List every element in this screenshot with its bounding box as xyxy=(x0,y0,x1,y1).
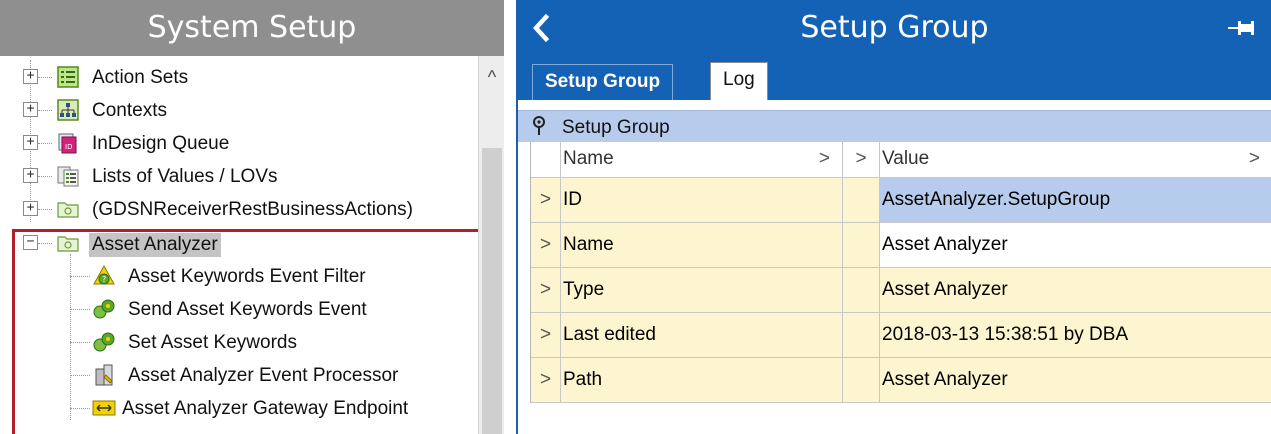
tree-scrollbar[interactable]: ^ xyxy=(478,56,504,434)
pin-icon[interactable] xyxy=(1228,18,1258,38)
lov-icon xyxy=(57,166,79,187)
row-value-cell[interactable]: 2018-03-13 15:38:51 by DBA xyxy=(880,313,1271,357)
tree-item-indesign-queue[interactable]: + ID InDesign Queue xyxy=(0,127,478,159)
table-row-id[interactable]: > ID AssetAnalyzer.SetupGroup xyxy=(531,178,1271,223)
tree-item-label: InDesign Queue xyxy=(92,133,230,154)
group-label: Setup Group xyxy=(562,117,670,138)
tree-item-lists-of-values[interactable]: + Lists of Values / LOVs xyxy=(0,160,478,192)
system-setup-title: System Setup xyxy=(0,0,504,56)
row-name-cell: Last edited xyxy=(561,313,843,357)
group-header-row[interactable]: Setup Group xyxy=(518,110,1271,142)
expand-icon[interactable]: + xyxy=(23,102,38,117)
row-spacer-cell xyxy=(843,313,880,357)
tree-connector-line xyxy=(38,143,52,144)
scroll-up-arrow-icon[interactable]: ^ xyxy=(479,56,505,96)
table-row-last-edited[interactable]: > Last edited 2018-03-13 15:38:51 by DBA xyxy=(531,313,1271,358)
row-name-cell: Path xyxy=(561,358,843,402)
row-expand-icon[interactable]: > xyxy=(531,358,561,402)
row-value-cell[interactable]: Asset Analyzer xyxy=(880,223,1271,267)
row-value-cell[interactable]: AssetAnalyzer.SetupGroup xyxy=(880,178,1271,222)
tree-connector-line xyxy=(38,77,52,78)
tree-connector-line xyxy=(38,209,52,210)
chevron-right-icon[interactable]: > xyxy=(819,142,830,176)
contexts-icon xyxy=(57,99,79,121)
tree-item-contexts[interactable]: + Contexts xyxy=(0,94,478,126)
scroll-thumb[interactable] xyxy=(482,148,502,434)
expand-icon[interactable]: + xyxy=(23,69,38,84)
row-expand-icon[interactable]: > xyxy=(531,313,561,357)
tree-connector-line xyxy=(38,110,52,111)
system-setup-panel: System Setup + Action Sets + Contexts + … xyxy=(0,0,504,434)
header-blank-cell xyxy=(531,142,561,177)
row-name-cell: ID xyxy=(561,178,843,222)
table-row-path[interactable]: > Path Asset Analyzer xyxy=(531,358,1271,403)
expand-icon[interactable]: + xyxy=(23,135,38,150)
setup-group-header: Setup Group xyxy=(518,0,1271,56)
tree-item-label: Contexts xyxy=(92,100,167,121)
chevron-right-icon[interactable]: > xyxy=(1249,142,1260,176)
grid-header-row: Name > > Value > xyxy=(531,142,1271,178)
row-spacer-cell xyxy=(843,358,880,402)
tree-connector-line xyxy=(38,176,52,177)
column-header-value-label: Value xyxy=(882,148,930,169)
tree-item-label: (GDSNReceiverRestBusinessActions) xyxy=(92,199,413,220)
back-chevron-icon[interactable] xyxy=(528,13,554,43)
tree-item-action-sets[interactable]: + Action Sets xyxy=(0,61,478,93)
tree-item-gdsn-receiver[interactable]: + (GDSNReceiverRestBusinessActions) xyxy=(0,193,478,225)
expand-icon[interactable]: + xyxy=(23,168,38,183)
row-expand-icon[interactable]: > xyxy=(531,223,561,267)
svg-text:ID: ID xyxy=(65,143,72,151)
tab-log[interactable]: Log xyxy=(710,62,768,100)
column-header-name-label: Name xyxy=(563,148,614,169)
pin-needle-icon[interactable] xyxy=(530,115,548,137)
row-value-cell[interactable]: Asset Analyzer xyxy=(880,268,1271,312)
table-row-name[interactable]: > Name Asset Analyzer xyxy=(531,223,1271,268)
row-spacer-cell xyxy=(843,223,880,267)
row-expand-icon[interactable]: > xyxy=(531,178,561,222)
indesign-queue-icon: ID xyxy=(58,133,77,154)
tree-item-label: Action Sets xyxy=(92,67,189,88)
row-spacer-cell xyxy=(843,178,880,222)
expand-icon[interactable]: + xyxy=(23,201,38,216)
setup-group-panel: Setup Group Setup Group Log Setup Group … xyxy=(516,0,1271,434)
properties-grid: Name > > Value > > ID AssetAnalyzer.Setu… xyxy=(530,142,1271,403)
tree-item-label: Lists of Values / LOVs xyxy=(92,166,278,187)
highlight-annotation-box xyxy=(12,229,484,434)
table-row-type[interactable]: > Type Asset Analyzer xyxy=(531,268,1271,313)
row-value-cell[interactable]: Asset Analyzer xyxy=(880,358,1271,402)
column-header-name[interactable]: Name > xyxy=(561,142,843,177)
chevron-right-icon[interactable]: > xyxy=(843,142,880,177)
action-sets-icon xyxy=(57,66,79,88)
row-expand-icon[interactable]: > xyxy=(531,268,561,312)
setup-group-title: Setup Group xyxy=(800,10,989,45)
row-spacer-cell xyxy=(843,268,880,312)
tab-bar: Setup Group Log xyxy=(518,56,1271,100)
column-header-value[interactable]: Value > xyxy=(880,142,1271,177)
row-name-cell: Type xyxy=(561,268,843,312)
row-name-cell: Name xyxy=(561,223,843,267)
tab-setup-group[interactable]: Setup Group xyxy=(532,64,674,100)
folder-icon xyxy=(57,202,79,218)
